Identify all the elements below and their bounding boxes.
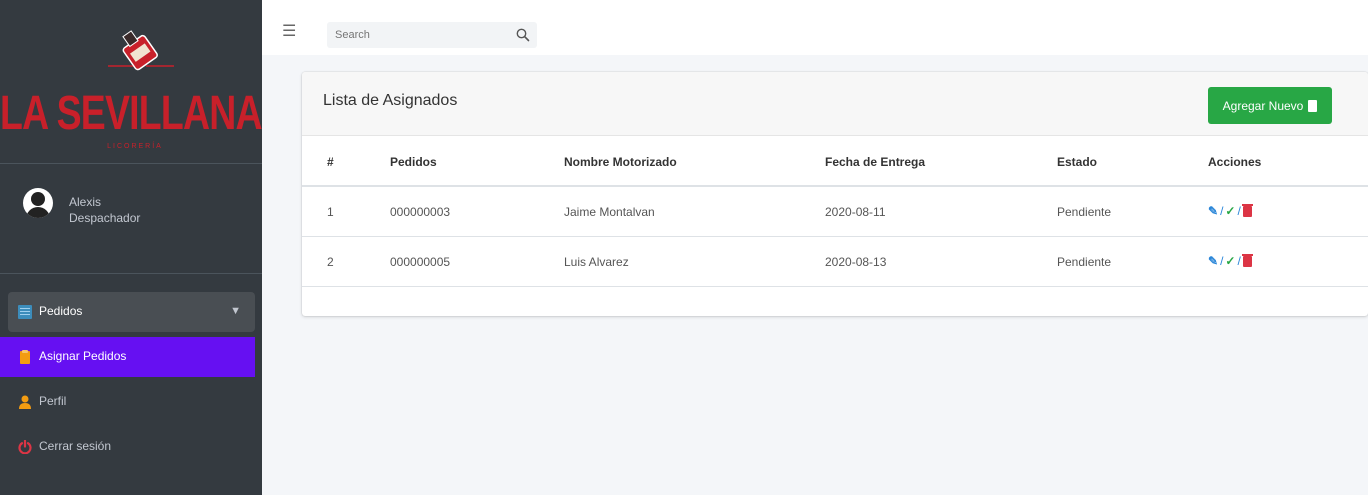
sidebar-item-cerrar-sesion[interactable]: Cerrar sesión — [8, 427, 255, 467]
column-header: Acciones — [1208, 155, 1262, 169]
separator: / — [1237, 204, 1241, 218]
table-icon — [18, 305, 32, 319]
chevron-down-icon: ▼ — [230, 305, 241, 317]
user-icon — [19, 395, 31, 409]
column-header: # — [327, 155, 334, 169]
trash-icon[interactable] — [1241, 203, 1253, 217]
bottle-logo-icon — [108, 30, 174, 71]
sidebar-item-label: Cerrar sesión — [39, 439, 112, 453]
asignados-card: Lista de Asignados Agregar Nuevo # Pedid… — [302, 72, 1368, 316]
pedido-id: 000000005 — [390, 255, 451, 269]
delivery-date: 2020-08-13 — [825, 255, 887, 269]
search-icon[interactable] — [515, 27, 531, 43]
search-input[interactable] — [327, 22, 507, 48]
add-new-label: Agregar Nuevo — [1222, 98, 1304, 113]
add-new-button[interactable]: Agregar Nuevo — [1208, 87, 1332, 124]
row-actions: ✎ / ✓ / — [1208, 253, 1253, 268]
column-header: Nombre Motorizado — [564, 155, 677, 169]
user-panel: Alexis Despachador — [0, 164, 262, 274]
edit-icon[interactable]: ✎ — [1208, 204, 1218, 218]
clipboard-icon — [20, 350, 30, 364]
sidebar-item-label: Pedidos — [39, 304, 83, 318]
power-icon — [18, 440, 32, 454]
edit-icon[interactable]: ✎ — [1208, 254, 1218, 268]
brand-title: LA SEVILLANA — [0, 87, 263, 140]
card-header: Lista de Asignados Agregar Nuevo — [302, 72, 1368, 136]
separator: / — [1220, 204, 1224, 218]
status-text: Pendiente — [1057, 205, 1112, 219]
status-text: Pendiente — [1057, 255, 1112, 269]
column-header: Pedidos — [390, 155, 437, 169]
brand-subtitle: LICORERÍA — [107, 143, 163, 150]
top-navbar: ☰ — [262, 0, 1368, 55]
clipboard-icon — [1308, 99, 1318, 112]
pedido-id: 000000003 — [390, 205, 451, 219]
brand-logo[interactable]: LA SEVILLANA LICORERÍA — [0, 8, 263, 164]
column-header: Fecha de Entrega — [825, 155, 926, 169]
user-first-name: Alexis — [69, 195, 102, 209]
table-header-row: # Pedidos Nombre Motorizado Fecha de Ent… — [302, 137, 1368, 187]
separator: / — [1220, 254, 1224, 268]
row-number: 2 — [327, 255, 334, 269]
sidebar-item-pedidos[interactable]: Pedidos ▼ — [8, 292, 255, 332]
row-actions: ✎ / ✓ / — [1208, 203, 1253, 218]
row-number: 1 — [327, 205, 334, 219]
user-role: Despachador — [69, 211, 141, 225]
separator: / — [1237, 254, 1241, 268]
delivery-date: 2020-08-11 — [825, 205, 886, 219]
sidebar: LA SEVILLANA LICORERÍA Alexis Despachado… — [0, 0, 263, 495]
user-name[interactable]: Alexis Despachador — [69, 194, 140, 226]
table-row: 1 000000003 Jaime Montalvan 2020-08-11 P… — [302, 187, 1368, 237]
sidebar-nav: Pedidos ▼ Asignar Pedidos Perfil Cerrar … — [0, 292, 255, 472]
hamburger-menu-icon[interactable]: ☰ — [282, 24, 296, 40]
sidebar-item-label: Asignar Pedidos — [39, 349, 127, 363]
sidebar-item-label: Perfil — [39, 394, 67, 408]
check-icon[interactable]: ✓ — [1225, 254, 1235, 268]
search-form — [327, 22, 537, 48]
asignados-table: # Pedidos Nombre Motorizado Fecha de Ent… — [302, 137, 1368, 287]
user-avatar-icon — [23, 188, 53, 218]
table-row: 2 000000005 Luis Alvarez 2020-08-13 Pend… — [302, 237, 1368, 287]
column-header: Estado — [1057, 155, 1098, 169]
sidebar-item-asignar-pedidos[interactable]: Asignar Pedidos — [0, 337, 255, 377]
sidebar-item-perfil[interactable]: Perfil — [8, 382, 255, 422]
card-title: Lista de Asignados — [323, 92, 458, 109]
trash-icon[interactable] — [1241, 253, 1253, 267]
motorizado-name: Jaime Montalvan — [564, 205, 655, 219]
check-icon[interactable]: ✓ — [1225, 204, 1235, 218]
motorizado-name: Luis Alvarez — [564, 255, 629, 269]
